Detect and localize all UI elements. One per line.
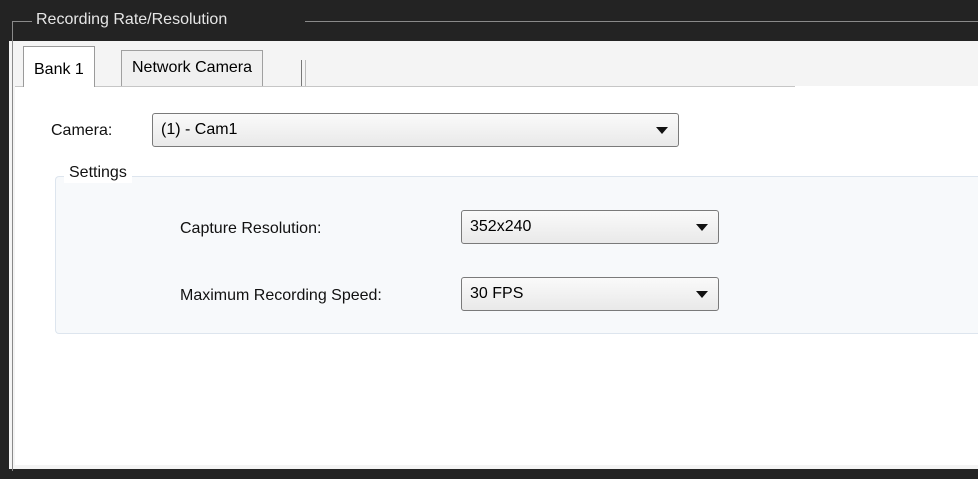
max-recording-speed-value: 30 FPS bbox=[470, 285, 524, 302]
tab-label: Network Camera bbox=[132, 59, 253, 76]
camera-label: Camera: bbox=[51, 122, 113, 139]
chevron-down-icon bbox=[696, 224, 708, 231]
max-recording-speed-label: Maximum Recording Speed: bbox=[180, 287, 382, 304]
group-border-top-right bbox=[305, 21, 978, 22]
tab-strip-end bbox=[301, 60, 306, 86]
camera-select[interactable]: (1) - Cam1 bbox=[152, 113, 679, 147]
settings-title: Settings bbox=[64, 163, 132, 183]
chevron-down-icon bbox=[656, 127, 668, 134]
tab-bank-1[interactable]: Bank 1 bbox=[23, 46, 95, 87]
capture-resolution-select[interactable]: 352x240 bbox=[461, 210, 719, 244]
chevron-down-icon bbox=[696, 291, 708, 298]
max-recording-speed-select[interactable]: 30 FPS bbox=[461, 277, 719, 311]
tab-network-camera[interactable]: Network Camera bbox=[121, 50, 264, 86]
camera-select-value: (1) - Cam1 bbox=[161, 121, 238, 138]
capture-resolution-label: Capture Resolution: bbox=[180, 220, 322, 237]
group-border-left bbox=[12, 21, 13, 471]
group-title: Recording Rate/Resolution bbox=[32, 10, 232, 30]
group-border-top-left bbox=[12, 21, 32, 22]
tab-strip-divider bbox=[15, 86, 795, 87]
capture-resolution-value: 352x240 bbox=[470, 218, 532, 235]
tab-label: Bank 1 bbox=[34, 61, 84, 78]
